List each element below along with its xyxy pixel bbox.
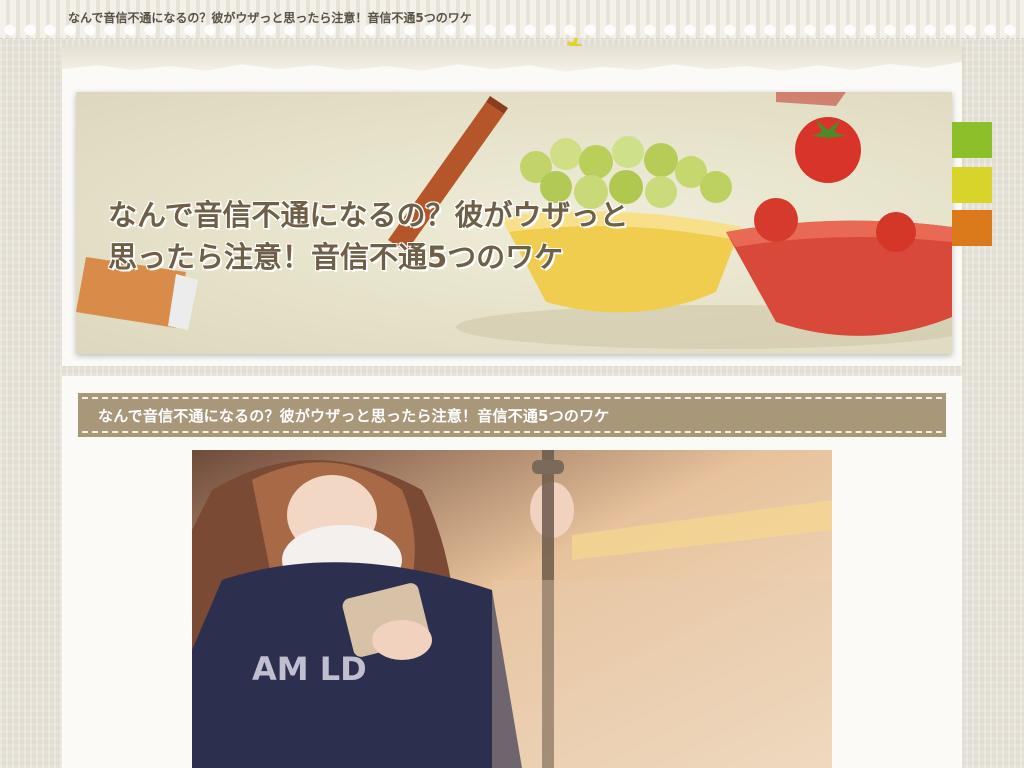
svg-text:AM LD: AM LD bbox=[252, 650, 367, 688]
torn-paper-edge bbox=[62, 46, 962, 72]
main-content: なんで音信不通になるの？彼がウザっと思ったら注意！音信不通5つのワケ AM LD bbox=[62, 376, 962, 768]
side-tab-green[interactable] bbox=[952, 122, 992, 158]
featured-photo: AM LD bbox=[192, 450, 832, 768]
side-tab-orange[interactable] bbox=[952, 210, 992, 246]
sweater: AM LD bbox=[192, 562, 522, 768]
side-tab-yellow[interactable] bbox=[952, 167, 992, 203]
post-title-bar: なんで音信不通になるの？彼がウザっと思ったら注意！音信不通5つのワケ bbox=[78, 393, 946, 437]
banner-title-line-2: 思ったら注意！音信不通5つのワケ bbox=[108, 240, 564, 274]
banner-title: なんで音信不通になるの？彼がウザっと 思ったら注意！音信不通5つのワケ bbox=[108, 194, 728, 278]
photo-illustration: AM LD bbox=[192, 450, 832, 768]
header-banner[interactable]: なんで音信不通になるの？彼がウザっと 思ったら注意！音信不通5つのワケ bbox=[76, 92, 952, 354]
site-title-link[interactable]: なんで音信不通になるの？彼がウザっと思ったら注意！音信不通5つのワケ bbox=[68, 9, 472, 26]
banner-title-line-1: なんで音信不通になるの？彼がウザっと bbox=[108, 198, 629, 232]
post-title: なんで音信不通になるの？彼がウザっと思ったら注意！音信不通5つのワケ bbox=[98, 407, 610, 425]
